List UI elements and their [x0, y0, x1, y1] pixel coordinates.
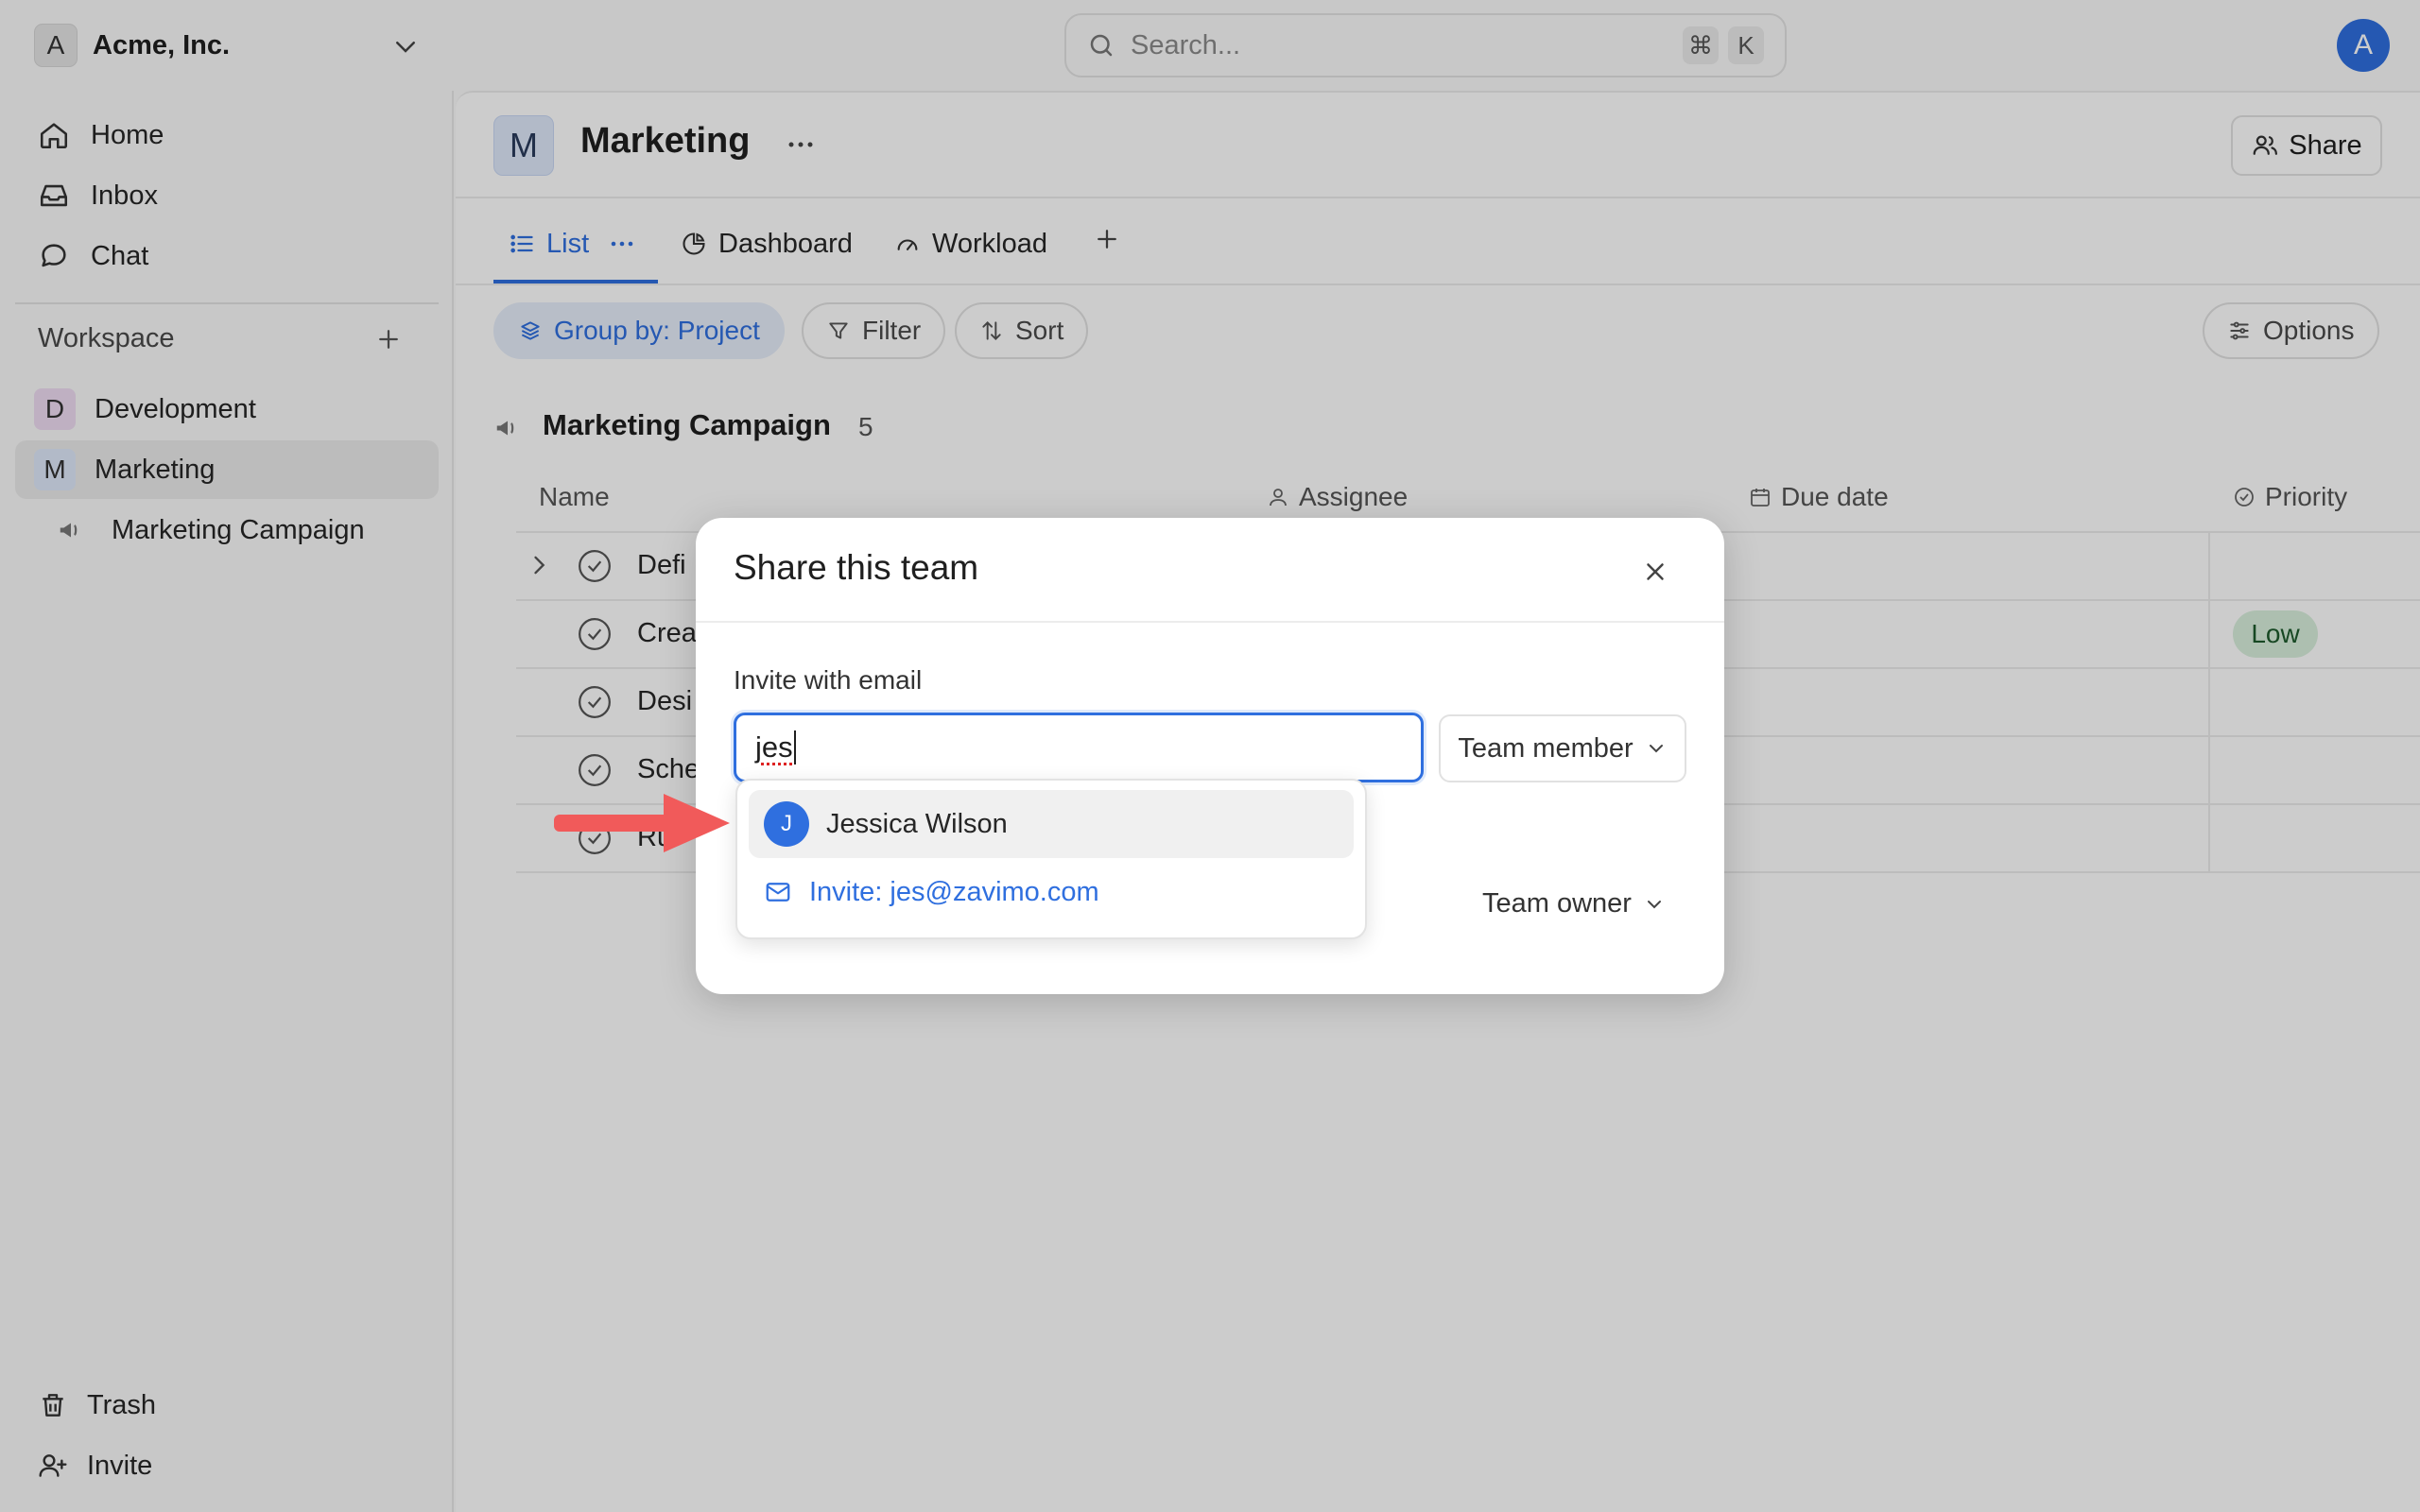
suggestion-jessica-wilson[interactable]: J Jessica Wilson	[749, 790, 1354, 858]
invite-email-value: jes	[755, 730, 793, 764]
role-select[interactable]: Team member	[1439, 714, 1686, 782]
mail-icon	[764, 878, 792, 906]
modal-title: Share this team	[734, 548, 979, 587]
modal-divider	[696, 621, 1724, 623]
chevron-down-icon	[1645, 737, 1668, 760]
text-caret	[793, 730, 796, 765]
invite-email-option[interactable]: Invite: jes@zavimo.com	[764, 869, 1099, 915]
owner-role-select[interactable]: Team owner	[1482, 888, 1666, 919]
suggestion-avatar: J	[764, 801, 809, 847]
owner-role-value: Team owner	[1482, 888, 1632, 919]
close-icon[interactable]	[1641, 558, 1669, 586]
invite-email-input[interactable]: jes	[734, 713, 1424, 782]
annotation-arrow-icon	[554, 790, 730, 856]
invite-email-option-label: Invite: jes@zavimo.com	[809, 876, 1099, 907]
invite-email-label: Invite with email	[734, 665, 923, 695]
suggestion-name: Jessica Wilson	[826, 808, 1008, 839]
chevron-down-icon	[1643, 893, 1666, 916]
role-select-value: Team member	[1458, 732, 1634, 764]
